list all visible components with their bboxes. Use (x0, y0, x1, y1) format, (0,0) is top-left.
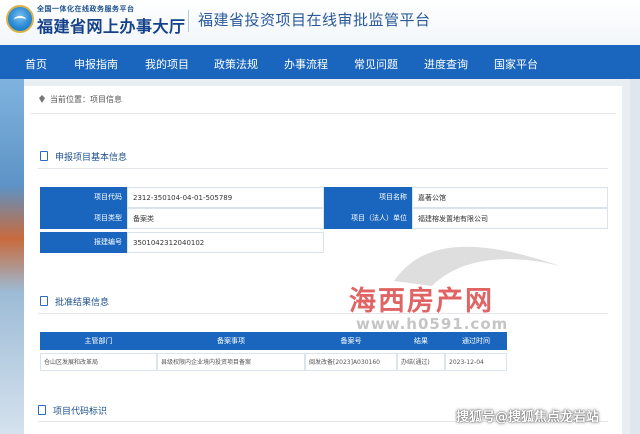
table-cell-filing-no: 闽发改备[2023]A030160 (305, 353, 397, 371)
project-name-label: 项目名称 (324, 187, 412, 208)
table-cell-item: 县级权限内企业境内投资项目备案 (157, 353, 305, 371)
side-decoration-image (0, 79, 24, 434)
project-code-label: 项目代码 (40, 187, 127, 208)
section-title-text: 申报项目基本信息 (55, 153, 128, 163)
watermark-logo: 海西房产网 (349, 286, 494, 317)
site-title[interactable]: 福建省投资项目在线审批监管平台 (198, 9, 431, 30)
portal-emblem-icon[interactable] (6, 5, 34, 33)
filing-no-label: 报建编号 (40, 232, 127, 253)
section-title-code-label: 项目代码标识 (38, 404, 107, 417)
project-type-label: 项目类型 (40, 208, 127, 229)
side-background (630, 79, 640, 434)
document-icon (38, 405, 46, 415)
table-cell-pass-time: 2023-12-04 (445, 353, 507, 371)
table-cell-result: 办结(通过) (397, 353, 445, 371)
watermark-url: www.h0591.com (356, 315, 509, 333)
project-code-value: 2312-350104-04-01-505789 (127, 187, 324, 208)
breadcrumb-prefix: 当前位置： (50, 95, 90, 104)
nav-item-process[interactable]: 办事流程 (284, 56, 328, 72)
nav-item-national[interactable]: 国家平台 (494, 56, 538, 72)
section-title-approval-result: 批准结果信息 (40, 295, 109, 308)
nav-item-guide[interactable]: 申报指南 (74, 56, 118, 72)
nav-item-policies[interactable]: 政策法规 (214, 56, 258, 72)
portal-name[interactable]: 福建省网上办事大厅 (37, 13, 186, 37)
site-header: 全国一体化在线政务服务平台 福建省网上办事大厅 福建省投资项目在线审批监管平台 (0, 0, 640, 45)
location-icon (39, 95, 45, 103)
nav-item-progress[interactable]: 进度查询 (424, 56, 468, 72)
nav-item-my-projects[interactable]: 我的项目 (145, 56, 189, 72)
section-divider (38, 313, 608, 314)
breadcrumb: 当前位置：项目信息 (38, 94, 122, 105)
header-divider (188, 10, 189, 32)
table-header-filing-no: 备案号 (305, 332, 397, 350)
filing-no-value: 3501042312040102 (127, 232, 324, 253)
section-title-text: 项目代码标识 (53, 407, 108, 417)
table-header-department: 主管部门 (40, 332, 157, 350)
main-nav: 首页 申报指南 我的项目 政策法规 办事流程 常见问题 进度查询 国家平台 (0, 45, 640, 79)
section-title-basic-info: 申报项目基本信息 (40, 150, 127, 163)
legal-unit-value: 福建榕发置地有限公司 (412, 208, 608, 229)
table-header-result: 结果 (397, 332, 445, 350)
table-header-pass-time: 通过时间 (445, 332, 507, 350)
table-cell-department: 仓山区发展和改革局 (40, 353, 157, 371)
nav-item-home[interactable]: 首页 (25, 56, 47, 72)
document-icon (40, 296, 48, 306)
section-divider (38, 168, 608, 169)
document-icon (40, 151, 48, 161)
section-title-text: 批准结果信息 (55, 298, 110, 308)
legal-unit-label: 项目（法人）单位 (324, 208, 412, 229)
watermark-source: 搜狐号@搜狐焦点龙岩站 (456, 410, 600, 425)
breadcrumb-current[interactable]: 项目信息 (90, 95, 122, 104)
table-header-item: 备案事项 (157, 332, 305, 350)
project-name-value: 嘉著公馆 (412, 187, 608, 208)
nav-item-faq[interactable]: 常见问题 (354, 56, 398, 72)
breadcrumb-divider (30, 113, 616, 114)
project-type-value: 备案类 (127, 208, 324, 229)
